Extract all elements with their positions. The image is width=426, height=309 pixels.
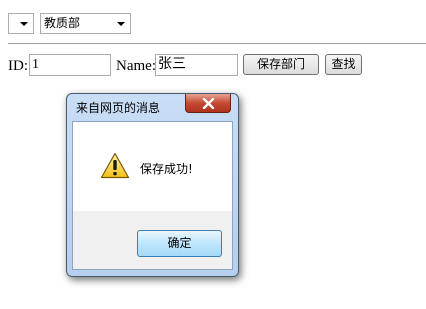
first-select[interactable] [8, 13, 34, 34]
name-label: Name: [116, 58, 156, 74]
name-input[interactable]: 张三 [155, 54, 238, 76]
dialog-client-area: 保存成功! 确定 [72, 121, 233, 270]
chevron-down-icon [117, 22, 125, 26]
id-input-value: 1 [32, 57, 39, 72]
department-select[interactable]: 教质部 [40, 13, 131, 34]
dialog-close-button[interactable] [185, 94, 231, 113]
ok-button[interactable]: 确定 [137, 230, 222, 257]
search-button[interactable]: 查找 [325, 54, 362, 75]
name-input-value: 张三 [158, 57, 186, 72]
dialog-title: 来自网页的消息 [76, 101, 161, 115]
divider [8, 43, 426, 44]
chevron-down-icon [20, 22, 28, 26]
warning-icon [100, 152, 130, 179]
id-input[interactable]: 1 [29, 54, 111, 76]
department-select-value: 教质部 [44, 16, 81, 30]
close-icon [202, 98, 215, 109]
save-department-button[interactable]: 保存部门 [243, 54, 319, 75]
dialog-message: 保存成功! [140, 162, 193, 176]
alert-dialog: 来自网页的消息 保存成功! 确定 [66, 93, 239, 277]
id-label: ID: [8, 58, 28, 74]
